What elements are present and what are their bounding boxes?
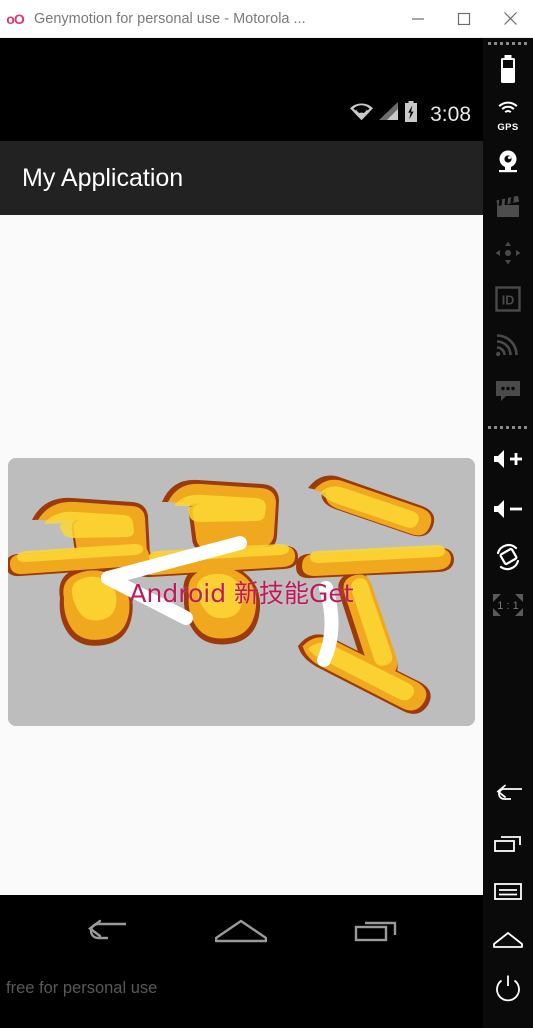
sidebar-item-menu[interactable] [483,871,533,917]
android-status-bar: 3:08 [0,38,483,141]
genymotion-toolbar-sidebar: GPS ID 1: 1 [483,38,533,1028]
sms-messages-icon [495,380,521,407]
window-title-bar: oO Genymotion for personal use - Motorol… [0,0,533,38]
sidebar-item-dpad[interactable] [483,232,533,278]
window-title: Genymotion for personal use - Motorola .… [34,10,306,27]
battery-icon [499,54,517,88]
dpad-icon [495,241,521,270]
sidebar-item-camera[interactable] [483,140,533,186]
image-overlay-text: Android 新技能Get [129,579,354,608]
sidebar-item-power[interactable] [483,967,533,1013]
menu-icon [494,882,522,907]
genymotion-window: oO Genymotion for personal use - Motorol… [0,0,533,1028]
svg-text:1 : 1: 1 : 1 [497,600,518,612]
stylized-chinese-text-image[interactable]: Android 新技能Get [8,458,475,726]
sidebar-item-volume-up[interactable] [483,438,533,484]
app-content-area: Android 新技能Get S 中 °, [0,215,483,934]
genymotion-logo-icon: oO [6,10,24,27]
recent-apps-icon [493,834,523,859]
minimize-icon[interactable] [395,0,441,38]
battery-charging-icon [404,101,418,127]
sidebar-divider [488,42,528,45]
gps-icon [497,101,519,121]
home-icon [492,930,524,955]
sidebar-item-battery[interactable] [483,48,533,94]
back-icon [493,784,523,809]
nav-back-button[interactable] [70,909,140,953]
power-icon [494,974,522,1007]
sidebar-item-video-recorder[interactable] [483,186,533,232]
sidebar-item-identifiers[interactable]: ID [483,278,533,324]
app-action-bar: My Application [0,141,483,215]
sidebar-item-volume-down[interactable] [483,488,533,534]
svg-text:ID: ID [502,293,515,307]
sidebar-divider-2 [488,426,528,429]
sidebar-item-recents[interactable] [483,823,533,869]
sidebar-item-rotate[interactable] [483,536,533,582]
nav-recents-button[interactable] [342,909,412,953]
page-title: My Application [22,163,184,192]
gps-label: GPS [497,122,519,133]
close-icon[interactable] [487,0,533,38]
sidebar-item-scale-one-to-one[interactable]: 1 : 1 [483,584,533,630]
network-signal-icon [495,333,521,362]
android-navigation-bar: free for personal use [0,895,483,1028]
watermark-text: free for personal use [6,979,158,997]
nav-home-button[interactable] [206,909,276,953]
rotate-screen-icon [494,543,522,576]
scale-one-to-one-icon: 1 : 1 [491,592,525,623]
volume-down-icon [493,499,523,524]
sidebar-item-gps[interactable]: GPS [483,94,533,140]
wifi-icon [349,102,374,126]
status-bar-clock: 3:08 [430,103,471,126]
android-device-screen[interactable]: 3:08 My Application Android 新技能Get free … [0,38,483,1028]
video-clapper-icon [495,195,521,223]
sidebar-item-home[interactable] [483,919,533,965]
sidebar-item-network[interactable] [483,324,533,370]
identifiers-id-icon: ID [495,285,521,317]
status-icons [349,101,418,127]
cellular-signal-icon [379,102,399,126]
sidebar-item-back[interactable] [483,773,533,819]
sidebar-item-messages[interactable] [483,370,533,416]
camera-icon [495,148,521,179]
volume-up-icon [493,449,523,474]
maximize-icon[interactable] [441,0,487,38]
